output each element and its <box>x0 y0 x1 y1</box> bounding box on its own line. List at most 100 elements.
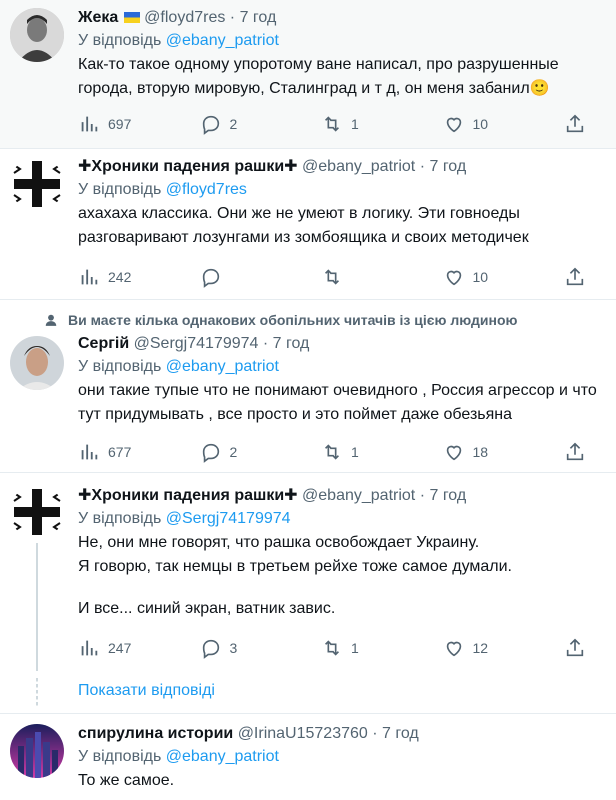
city-avatar <box>10 724 64 778</box>
retweet-icon <box>324 444 340 460</box>
tweet[interactable]: ✚Хроники падения рашки✚ @ebany_patriot ·… <box>0 149 616 299</box>
likes-count: 10 <box>472 116 489 132</box>
avatar[interactable] <box>10 724 64 778</box>
share-button[interactable] <box>564 637 586 659</box>
views-count: 697 <box>108 116 132 132</box>
like-button[interactable]: 10 <box>443 266 565 288</box>
tweet-header: ✚Хроники падения рашки✚ @ebany_patriot ·… <box>78 157 608 177</box>
like-button[interactable]: 12 <box>443 637 565 659</box>
like-button[interactable]: 18 <box>443 441 565 463</box>
tweet[interactable]: спирулина истории @IrinaU15723760 · 7 го… <box>0 714 616 800</box>
views-button[interactable]: 697 <box>78 113 200 135</box>
heart-icon <box>446 445 461 461</box>
retweet-button[interactable]: 1 <box>321 637 443 659</box>
tweet-text-line: То же самое. <box>78 772 175 789</box>
retweet-button[interactable] <box>321 266 443 288</box>
retweets-count: 1 <box>351 640 359 656</box>
reply-icon <box>202 268 219 288</box>
tweet-text-line: они такие тупые что не понимают очевидно… <box>78 382 597 423</box>
reply-prefix: У відповідь <box>78 358 162 375</box>
separator-dot: · <box>229 9 236 26</box>
retweet-icon <box>324 116 340 132</box>
share-button[interactable] <box>564 441 586 463</box>
tweet-text-line: И все... синий экран, ватник завис. <box>78 600 336 617</box>
retweet-icon <box>324 640 340 656</box>
tweet-text-line: Не, они мне говорят, что рашка освобожда… <box>78 534 480 551</box>
avatar[interactable] <box>10 8 64 62</box>
reply-button[interactable]: 2 <box>200 441 322 463</box>
user-handle[interactable]: @floyd7res <box>144 9 225 26</box>
bar-chart-icon <box>81 640 98 656</box>
tweet-header: Сергій @Sergj74179974 · 7 год <box>78 334 608 354</box>
tweet[interactable]: ✚Хроники падения рашки✚ @ebany_patriot ·… <box>0 473 616 671</box>
bar-chart-icon <box>81 444 98 460</box>
likes-count: 18 <box>472 444 489 460</box>
separator-dot: · <box>372 725 378 742</box>
reply-mention-link[interactable]: @ebany_patriot <box>166 748 279 765</box>
display-name[interactable]: спирулина истории <box>78 725 233 742</box>
views-button[interactable]: 242 <box>78 266 200 288</box>
like-button[interactable]: 10 <box>443 113 565 135</box>
reply-mention-link[interactable]: @ebany_patriot <box>166 32 279 49</box>
reply-mention-link[interactable]: @floyd7res <box>166 181 247 198</box>
likes-count: 10 <box>472 269 489 285</box>
display-name[interactable]: ✚Хроники падения рашки✚ <box>78 487 298 504</box>
user-handle[interactable]: @Sergj74179974 <box>134 335 259 352</box>
retweet-button[interactable]: 1 <box>321 441 443 463</box>
reply-context: У відповідь @ebany_patriot <box>78 746 608 768</box>
avatar-photo <box>10 336 64 390</box>
reply-context: У відповідь @floyd7res <box>78 179 608 201</box>
reply-button[interactable]: 2 <box>200 113 322 135</box>
reply-icon <box>202 443 219 463</box>
separator-dot: · <box>419 487 426 504</box>
retweets-count: 1 <box>351 116 359 132</box>
share-icon <box>566 638 584 657</box>
views-count: 242 <box>108 269 132 285</box>
display-name[interactable]: Сергій <box>78 335 129 352</box>
avatar[interactable] <box>10 157 64 211</box>
tweet-actions: 242 10 <box>78 265 586 289</box>
display-name[interactable]: Жека <box>78 9 118 26</box>
tweet-text: То же самое. <box>78 769 608 793</box>
timestamp[interactable]: 7 год <box>240 9 277 26</box>
avatar[interactable] <box>10 485 64 539</box>
thread-line <box>36 543 38 671</box>
timestamp[interactable]: 7 год <box>382 725 419 742</box>
display-name[interactable]: ✚Хроники падения рашки✚ <box>78 158 298 175</box>
ukraine-flag-icon <box>123 12 140 23</box>
separator-dot: · <box>262 335 269 352</box>
tweet-header: спирулина истории @IrinaU15723760 · 7 го… <box>78 724 608 744</box>
share-button[interactable] <box>564 266 586 288</box>
timestamp[interactable]: 7 год <box>429 487 466 504</box>
tweet-text-line: ахахаха классика. Они же не умеют в логи… <box>78 205 529 246</box>
reply-button[interactable] <box>200 266 322 288</box>
timestamp[interactable]: 7 год <box>429 158 466 175</box>
tweet-text-line <box>78 579 608 597</box>
reply-icon <box>202 639 219 659</box>
views-button[interactable]: 677 <box>78 441 200 463</box>
user-handle[interactable]: @ebany_patriot <box>302 158 415 175</box>
avatar[interactable] <box>10 336 64 390</box>
replies-count: 3 <box>229 640 238 656</box>
retweets-count: 1 <box>351 444 359 460</box>
views-button[interactable]: 247 <box>78 637 200 659</box>
reply-mention-link[interactable]: @ebany_patriot <box>166 358 279 375</box>
tweet-text: Как-то такое одному упоротому ване напис… <box>78 53 608 101</box>
reply-button[interactable]: 3 <box>200 637 322 659</box>
heart-icon <box>446 270 461 286</box>
tweet[interactable]: Ви маєте кілька однакових обопільних чит… <box>0 300 616 472</box>
share-icon <box>566 442 584 461</box>
timestamp[interactable]: 7 год <box>273 335 310 352</box>
tweet-actions: 247 3 1 12 <box>78 636 586 660</box>
show-replies-link[interactable]: Показати відповіді <box>78 682 215 700</box>
share-button[interactable] <box>564 113 586 135</box>
tweet[interactable]: Жека @floyd7res · 7 год У відповідь @eba… <box>0 0 616 148</box>
tweet-header: Жека @floyd7res · 7 год <box>78 8 608 28</box>
user-handle[interactable]: @IrinaU15723760 <box>238 725 368 742</box>
user-handle[interactable]: @ebany_patriot <box>302 487 415 504</box>
views-count: 247 <box>108 640 132 656</box>
tweet-text: Не, они мне говорят, что рашка освобожда… <box>78 531 608 621</box>
retweet-button[interactable]: 1 <box>321 113 443 135</box>
reply-prefix: У відповідь <box>78 181 162 198</box>
reply-mention-link[interactable]: @Sergj74179974 <box>166 510 291 527</box>
